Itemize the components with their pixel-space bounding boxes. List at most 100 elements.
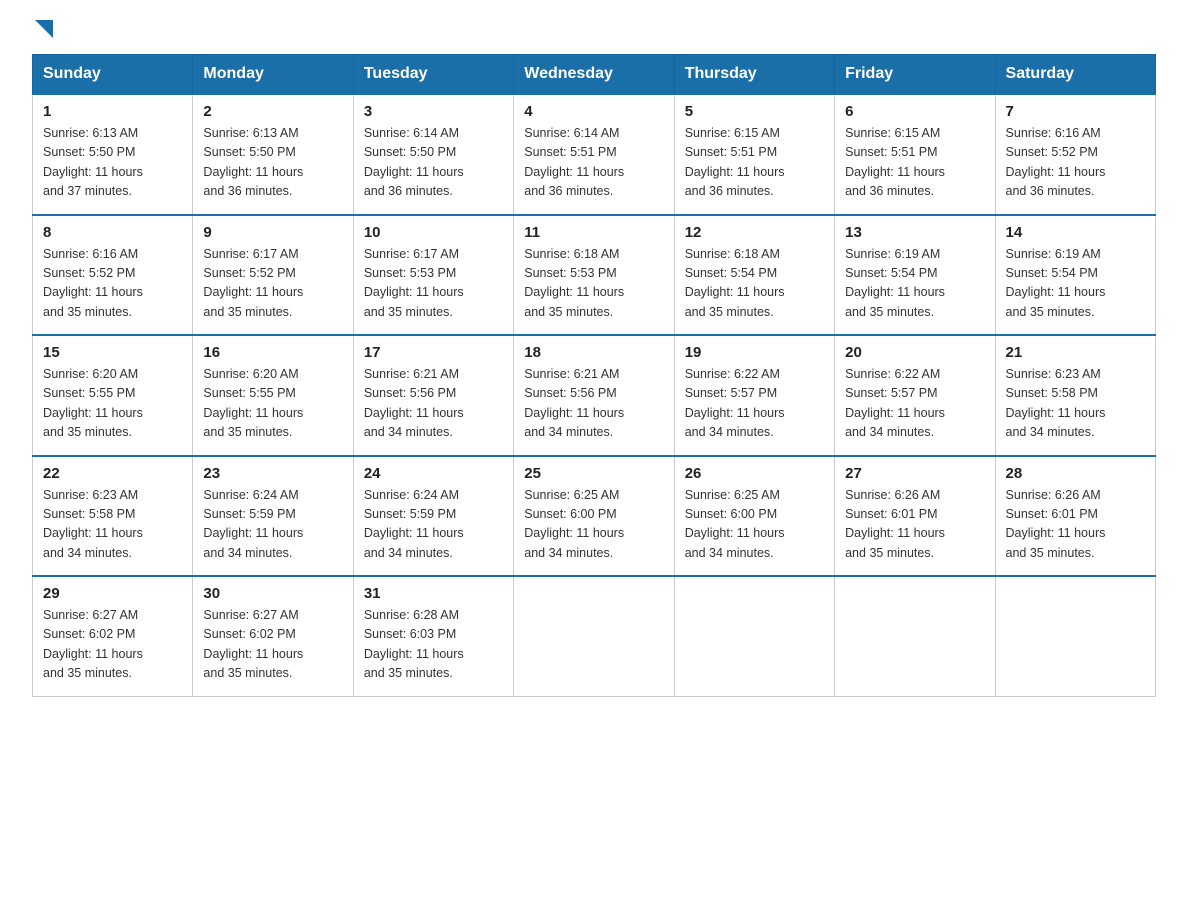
day-info: Sunrise: 6:13 AMSunset: 5:50 PMDaylight:… (43, 124, 182, 202)
calendar-cell: 29 Sunrise: 6:27 AMSunset: 6:02 PMDaylig… (33, 576, 193, 696)
calendar-cell (674, 576, 834, 696)
day-info: Sunrise: 6:19 AMSunset: 5:54 PMDaylight:… (1006, 245, 1145, 323)
day-number: 30 (203, 585, 342, 602)
day-number: 24 (364, 465, 503, 482)
day-number: 16 (203, 344, 342, 361)
weekday-header-tuesday: Tuesday (353, 55, 513, 95)
day-info: Sunrise: 6:17 AMSunset: 5:52 PMDaylight:… (203, 245, 342, 323)
calendar-table: SundayMondayTuesdayWednesdayThursdayFrid… (32, 54, 1156, 697)
day-info: Sunrise: 6:25 AMSunset: 6:00 PMDaylight:… (685, 486, 824, 564)
calendar-cell: 31 Sunrise: 6:28 AMSunset: 6:03 PMDaylig… (353, 576, 513, 696)
day-info: Sunrise: 6:25 AMSunset: 6:00 PMDaylight:… (524, 486, 663, 564)
calendar-cell (995, 576, 1155, 696)
weekday-header-thursday: Thursday (674, 55, 834, 95)
calendar-week-row: 8 Sunrise: 6:16 AMSunset: 5:52 PMDayligh… (33, 215, 1156, 336)
calendar-cell: 13 Sunrise: 6:19 AMSunset: 5:54 PMDaylig… (835, 215, 995, 336)
day-info: Sunrise: 6:16 AMSunset: 5:52 PMDaylight:… (1006, 124, 1145, 202)
day-info: Sunrise: 6:16 AMSunset: 5:52 PMDaylight:… (43, 245, 182, 323)
calendar-cell: 1 Sunrise: 6:13 AMSunset: 5:50 PMDayligh… (33, 94, 193, 215)
calendar-cell: 21 Sunrise: 6:23 AMSunset: 5:58 PMDaylig… (995, 335, 1155, 456)
day-info: Sunrise: 6:22 AMSunset: 5:57 PMDaylight:… (845, 365, 984, 443)
calendar-cell: 14 Sunrise: 6:19 AMSunset: 5:54 PMDaylig… (995, 215, 1155, 336)
day-info: Sunrise: 6:17 AMSunset: 5:53 PMDaylight:… (364, 245, 503, 323)
day-info: Sunrise: 6:26 AMSunset: 6:01 PMDaylight:… (1006, 486, 1145, 564)
calendar-cell: 6 Sunrise: 6:15 AMSunset: 5:51 PMDayligh… (835, 94, 995, 215)
day-number: 17 (364, 344, 503, 361)
calendar-cell: 5 Sunrise: 6:15 AMSunset: 5:51 PMDayligh… (674, 94, 834, 215)
day-number: 21 (1006, 344, 1145, 361)
calendar-cell (835, 576, 995, 696)
day-number: 14 (1006, 224, 1145, 241)
calendar-week-row: 22 Sunrise: 6:23 AMSunset: 5:58 PMDaylig… (33, 456, 1156, 577)
weekday-header-monday: Monday (193, 55, 353, 95)
day-info: Sunrise: 6:21 AMSunset: 5:56 PMDaylight:… (524, 365, 663, 443)
calendar-week-row: 15 Sunrise: 6:20 AMSunset: 5:55 PMDaylig… (33, 335, 1156, 456)
day-info: Sunrise: 6:14 AMSunset: 5:51 PMDaylight:… (524, 124, 663, 202)
day-info: Sunrise: 6:20 AMSunset: 5:55 PMDaylight:… (203, 365, 342, 443)
day-number: 25 (524, 465, 663, 482)
calendar-cell: 28 Sunrise: 6:26 AMSunset: 6:01 PMDaylig… (995, 456, 1155, 577)
calendar-week-row: 1 Sunrise: 6:13 AMSunset: 5:50 PMDayligh… (33, 94, 1156, 215)
day-info: Sunrise: 6:27 AMSunset: 6:02 PMDaylight:… (203, 606, 342, 684)
calendar-cell: 19 Sunrise: 6:22 AMSunset: 5:57 PMDaylig… (674, 335, 834, 456)
day-info: Sunrise: 6:26 AMSunset: 6:01 PMDaylight:… (845, 486, 984, 564)
logo-arrow-icon (35, 20, 53, 38)
day-number: 13 (845, 224, 984, 241)
day-info: Sunrise: 6:20 AMSunset: 5:55 PMDaylight:… (43, 365, 182, 443)
day-info: Sunrise: 6:23 AMSunset: 5:58 PMDaylight:… (43, 486, 182, 564)
calendar-cell: 26 Sunrise: 6:25 AMSunset: 6:00 PMDaylig… (674, 456, 834, 577)
day-info: Sunrise: 6:15 AMSunset: 5:51 PMDaylight:… (845, 124, 984, 202)
calendar-cell: 12 Sunrise: 6:18 AMSunset: 5:54 PMDaylig… (674, 215, 834, 336)
day-info: Sunrise: 6:24 AMSunset: 5:59 PMDaylight:… (203, 486, 342, 564)
day-info: Sunrise: 6:22 AMSunset: 5:57 PMDaylight:… (685, 365, 824, 443)
day-number: 23 (203, 465, 342, 482)
day-number: 22 (43, 465, 182, 482)
day-info: Sunrise: 6:21 AMSunset: 5:56 PMDaylight:… (364, 365, 503, 443)
calendar-cell: 17 Sunrise: 6:21 AMSunset: 5:56 PMDaylig… (353, 335, 513, 456)
day-number: 8 (43, 224, 182, 241)
calendar-cell: 20 Sunrise: 6:22 AMSunset: 5:57 PMDaylig… (835, 335, 995, 456)
day-number: 1 (43, 103, 182, 120)
day-info: Sunrise: 6:24 AMSunset: 5:59 PMDaylight:… (364, 486, 503, 564)
calendar-cell: 7 Sunrise: 6:16 AMSunset: 5:52 PMDayligh… (995, 94, 1155, 215)
day-number: 28 (1006, 465, 1145, 482)
calendar-cell: 9 Sunrise: 6:17 AMSunset: 5:52 PMDayligh… (193, 215, 353, 336)
day-info: Sunrise: 6:18 AMSunset: 5:53 PMDaylight:… (524, 245, 663, 323)
weekday-header-friday: Friday (835, 55, 995, 95)
day-number: 27 (845, 465, 984, 482)
day-info: Sunrise: 6:19 AMSunset: 5:54 PMDaylight:… (845, 245, 984, 323)
calendar-cell: 8 Sunrise: 6:16 AMSunset: 5:52 PMDayligh… (33, 215, 193, 336)
calendar-cell: 27 Sunrise: 6:26 AMSunset: 6:01 PMDaylig… (835, 456, 995, 577)
weekday-header-sunday: Sunday (33, 55, 193, 95)
calendar-cell: 16 Sunrise: 6:20 AMSunset: 5:55 PMDaylig… (193, 335, 353, 456)
day-number: 12 (685, 224, 824, 241)
page-header (32, 24, 1156, 38)
calendar-cell: 15 Sunrise: 6:20 AMSunset: 5:55 PMDaylig… (33, 335, 193, 456)
calendar-header-row: SundayMondayTuesdayWednesdayThursdayFrid… (33, 55, 1156, 95)
day-info: Sunrise: 6:13 AMSunset: 5:50 PMDaylight:… (203, 124, 342, 202)
day-number: 29 (43, 585, 182, 602)
calendar-cell: 18 Sunrise: 6:21 AMSunset: 5:56 PMDaylig… (514, 335, 674, 456)
day-info: Sunrise: 6:18 AMSunset: 5:54 PMDaylight:… (685, 245, 824, 323)
day-number: 31 (364, 585, 503, 602)
day-number: 2 (203, 103, 342, 120)
weekday-header-wednesday: Wednesday (514, 55, 674, 95)
logo (32, 24, 53, 38)
calendar-cell: 22 Sunrise: 6:23 AMSunset: 5:58 PMDaylig… (33, 456, 193, 577)
calendar-cell: 10 Sunrise: 6:17 AMSunset: 5:53 PMDaylig… (353, 215, 513, 336)
day-number: 6 (845, 103, 984, 120)
day-number: 18 (524, 344, 663, 361)
day-info: Sunrise: 6:14 AMSunset: 5:50 PMDaylight:… (364, 124, 503, 202)
day-number: 5 (685, 103, 824, 120)
calendar-cell: 30 Sunrise: 6:27 AMSunset: 6:02 PMDaylig… (193, 576, 353, 696)
calendar-cell: 3 Sunrise: 6:14 AMSunset: 5:50 PMDayligh… (353, 94, 513, 215)
day-number: 11 (524, 224, 663, 241)
day-number: 20 (845, 344, 984, 361)
calendar-cell (514, 576, 674, 696)
day-info: Sunrise: 6:15 AMSunset: 5:51 PMDaylight:… (685, 124, 824, 202)
day-number: 19 (685, 344, 824, 361)
day-number: 4 (524, 103, 663, 120)
day-info: Sunrise: 6:27 AMSunset: 6:02 PMDaylight:… (43, 606, 182, 684)
calendar-cell: 25 Sunrise: 6:25 AMSunset: 6:00 PMDaylig… (514, 456, 674, 577)
calendar-cell: 4 Sunrise: 6:14 AMSunset: 5:51 PMDayligh… (514, 94, 674, 215)
